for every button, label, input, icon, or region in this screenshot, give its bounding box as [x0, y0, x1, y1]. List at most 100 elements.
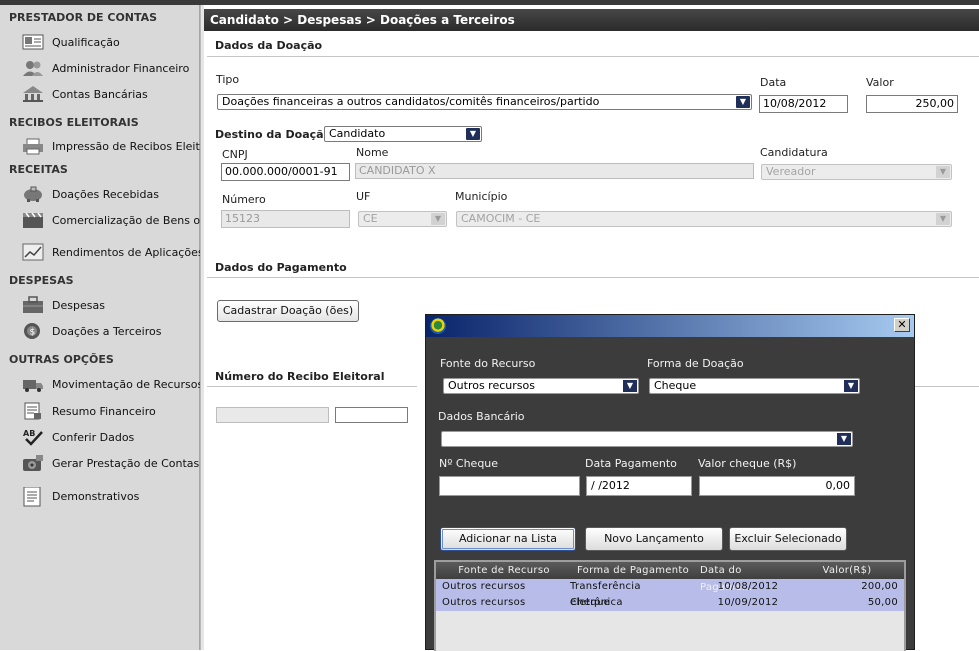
table-header: Fonte de Recurso Forma de Pagamento Data… — [436, 562, 904, 593]
tipo-value: Doações financeiras a outros candidatos/… — [222, 95, 600, 108]
recibo-field-2[interactable] — [335, 407, 408, 423]
chevron-down-icon: ▼ — [844, 380, 858, 392]
cheque-label: Nº Cheque — [439, 457, 499, 470]
sidebar-item-despesas[interactable]: Despesas — [22, 294, 200, 316]
lancamentos-table: Fonte de Recurso Forma de Pagamento Data… — [434, 560, 906, 651]
chevron-down-icon: ▼ — [736, 96, 750, 108]
chevron-down-icon: ▼ — [431, 213, 445, 225]
bank-icon — [22, 85, 44, 103]
valor-cheque-field[interactable]: 0,00 — [699, 476, 855, 496]
sidebar-splitter[interactable] — [200, 5, 204, 650]
banco-select[interactable]: ▼ — [441, 431, 853, 447]
forma-label: Forma de Doação — [647, 357, 744, 370]
data-pagamento-field[interactable]: / /2012 — [586, 476, 692, 496]
sidebar-item-label: Comercialização de Bens ou R — [52, 213, 200, 227]
excluir-selecionado-button[interactable]: Excluir Selecionado — [729, 527, 847, 551]
sidebar-item-rendimentos[interactable]: Rendimentos de Aplicações Fi — [22, 241, 200, 263]
table-cell: 10/08/2012 — [717, 581, 779, 592]
sidebar-section-despesas: DESPESAS — [9, 274, 74, 287]
id-card-icon — [22, 33, 44, 51]
forma-select[interactable]: Cheque ▼ — [649, 378, 860, 394]
column-header[interactable]: Data do Pagame... — [696, 562, 796, 593]
sidebar-item-label: Qualificação — [52, 35, 120, 49]
table-cell: 10/09/2012 — [717, 597, 779, 608]
brazil-emblem-icon — [430, 318, 446, 334]
chevron-down-icon: ▼ — [837, 433, 851, 445]
valor-cheque-label: Valor cheque (R$) — [698, 457, 797, 470]
sidebar-item-conferir[interactable]: AB Conferir Dados — [22, 426, 200, 448]
section-dados-pagamento: Dados do Pagamento — [215, 261, 347, 274]
municipio-label: Município — [455, 190, 508, 203]
candidatura-label: Candidatura — [760, 146, 828, 159]
destino-value: Candidato — [329, 127, 386, 140]
sidebar-item-label: Resumo Financeiro — [52, 404, 156, 418]
valor-label: Valor — [866, 76, 894, 89]
page-title: Candidato > Despesas > Doações a Terceir… — [204, 9, 979, 31]
recibo-field-1 — [216, 407, 329, 423]
adicionar-lista-button[interactable]: Adicionar na Lista — [440, 527, 576, 551]
piggy-bank-icon — [22, 185, 44, 203]
destino-select[interactable]: Candidato ▼ — [324, 126, 482, 142]
sidebar-item-resumo[interactable]: Resumo Financeiro — [22, 400, 200, 422]
sidebar-item-qualificacao[interactable]: Qualificação — [22, 31, 200, 53]
tipo-select[interactable]: Doações financeiras a outros candidatos/… — [217, 94, 752, 110]
sidebar-item-movimentacao[interactable]: Movimentação de Recursos — [22, 373, 200, 395]
forma-pagamento-dialog: ✕ Fonte do Recurso Outros recursos ▼ For… — [425, 314, 915, 651]
uf-value: CE — [363, 212, 378, 225]
data-label: Data — [760, 76, 787, 89]
candidatura-value: Vereador — [766, 165, 816, 178]
divider — [914, 386, 979, 387]
sidebar-item-label: Impressão de Recibos Eleitora — [52, 139, 200, 153]
sidebar-item-label: Rendimentos de Aplicações Fi — [52, 245, 200, 259]
table-cell: Outros recursos — [442, 597, 526, 608]
briefcase-icon — [22, 296, 44, 314]
novo-lancamento-button[interactable]: Novo Lançamento — [585, 527, 723, 551]
cheque-field[interactable] — [439, 476, 580, 496]
cadastrar-doacao-button[interactable]: Cadastrar Doação (ões) — [217, 300, 359, 322]
sidebar-item-demonstrativos[interactable]: Demonstrativos — [22, 485, 200, 507]
column-header[interactable]: Fonte de Recurso — [436, 562, 566, 579]
sidebar-item-label: Gerar Prestação de Contas — [52, 456, 200, 470]
uf-label: UF — [356, 190, 371, 203]
section-recibo-eleitoral: Número do Recibo Eleitoral — [215, 370, 385, 383]
table-cell: 200,00 — [861, 581, 898, 592]
sidebar-item-administrador[interactable]: Administrador Financeiro — [22, 57, 200, 79]
municipio-select: CAMOCIM - CE ▼ — [456, 211, 952, 227]
municipio-value: CAMOCIM - CE — [461, 212, 541, 225]
table-cell: Transferência eletrônica — [570, 581, 641, 608]
section-dados-doacao: Dados da Doação — [215, 39, 323, 52]
printer-icon — [22, 137, 44, 155]
chart-icon — [22, 243, 44, 261]
dialog-titlebar[interactable]: ✕ — [426, 315, 914, 337]
valor-field[interactable]: 250,00 — [866, 95, 958, 113]
table-cell: 50,00 — [867, 597, 898, 608]
forma-value: Cheque — [654, 379, 697, 392]
table-cell: Outros recursos — [442, 581, 526, 592]
document-icon — [22, 486, 44, 507]
data-field[interactable]: 10/08/2012 — [759, 95, 848, 113]
column-header[interactable]: Forma de Pagamento — [566, 562, 696, 579]
sidebar-item-doacoes-recebidas[interactable]: Doações Recebidas — [22, 183, 200, 205]
sidebar-item-impressao[interactable]: Impressão de Recibos Eleitora — [22, 135, 200, 157]
users-icon — [22, 59, 44, 77]
table-row[interactable]: Outros recursos Cheque 10/09/2012 50,00 — [436, 595, 904, 611]
sidebar-section-prestador: PRESTADOR DE CONTAS — [9, 11, 158, 24]
sidebar-item-contas-bancarias[interactable]: Contas Bancárias — [22, 83, 200, 105]
fonte-select[interactable]: Outros recursos ▼ — [443, 378, 639, 394]
close-button[interactable]: ✕ — [894, 318, 910, 332]
sidebar-item-doacoes-terceiros[interactable]: $ Doações a Terceiros — [22, 320, 200, 342]
sidebar-item-comercializacao[interactable]: Comercialização de Bens ou R — [22, 209, 200, 231]
section-destino-doacao: Destino da Doação — [215, 128, 332, 141]
chevron-down-icon: ▼ — [623, 380, 637, 392]
divider — [207, 386, 417, 387]
data-pagamento-label: Data Pagamento — [585, 457, 677, 470]
cnpj-field[interactable]: 00.000.000/0001-91 — [221, 163, 350, 181]
fonte-label: Fonte do Recurso — [440, 357, 536, 370]
sidebar-section-outras: OUTRAS OPÇÕES — [9, 353, 114, 366]
svg-text:$: $ — [30, 328, 36, 338]
column-header[interactable]: Valor(R$) — [796, 562, 904, 579]
sidebar-item-gerar-prestacao[interactable]: Gerar Prestação de Contas — [22, 452, 200, 474]
chevron-down-icon: ▼ — [466, 128, 480, 140]
divider — [207, 56, 979, 57]
table-row[interactable]: Outros recursos Transferência eletrônica… — [436, 579, 904, 608]
